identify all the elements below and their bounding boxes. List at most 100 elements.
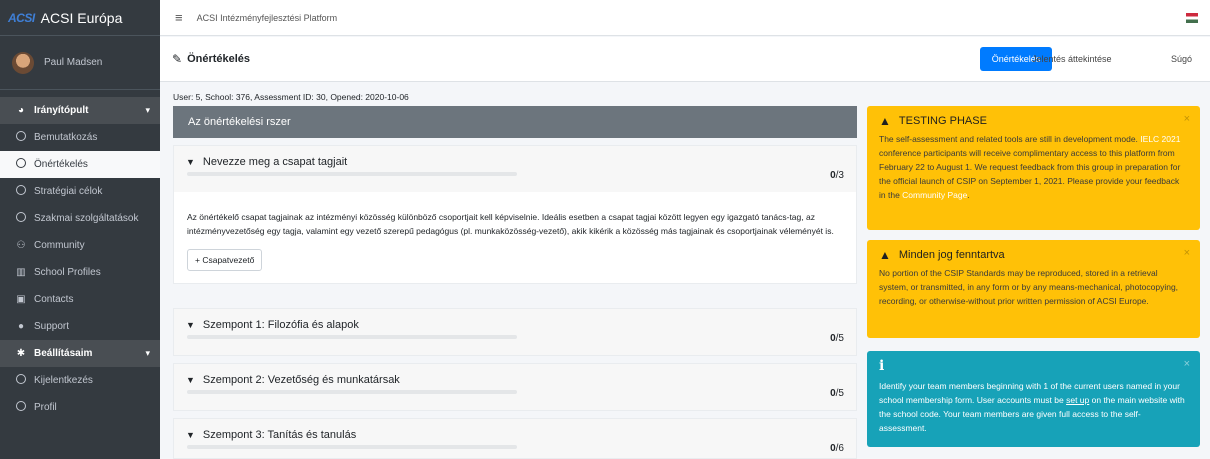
section-title: Nevezze meg a csapat tagjait xyxy=(202,156,348,168)
sidebar-item-profile[interactable]: Profil xyxy=(0,394,160,421)
warning-icon: ▲ xyxy=(879,114,891,128)
warning-icon: ▲ xyxy=(879,248,891,262)
sidebar-item-label: Irányítópult xyxy=(34,105,89,116)
section-title: Szempont 2: Vezetőség és munkatársak xyxy=(202,374,400,386)
sidebar-item-intro[interactable]: Bemutatkozás xyxy=(0,124,160,151)
sidebar-item-logout[interactable]: Kijelentkezés xyxy=(0,367,160,394)
set-up-link[interactable]: set up xyxy=(1066,395,1089,405)
sidebar-item-support[interactable]: ● Support xyxy=(0,313,160,340)
accordion-body: Az önértékelő csapat tagjainak az intézm… xyxy=(174,192,856,283)
accordion-criterion-3: ▼ Szempont 3: Tanítás és tanulás 0/6 xyxy=(173,418,857,459)
chevron-down-icon: ▾ xyxy=(145,105,150,115)
alert-body: The self-assessment and related tools ar… xyxy=(879,134,1181,200)
section-score: 0/3 xyxy=(830,170,844,181)
platform-name: ACSI Intézményfejlesztési Platform xyxy=(196,12,338,23)
brand[interactable]: ACSI ACSI Európa xyxy=(0,0,160,36)
sidebar-nav: ◕ Irányítópult ▾ Bemutatkozás Önértékelé… xyxy=(0,90,160,421)
user-name: Paul Madsen xyxy=(44,57,103,68)
highlight-text: IELC 2021 xyxy=(1140,134,1181,144)
accordion-header[interactable]: ▼ Szempont 1: Filozófia és alapok 0/5 xyxy=(174,309,856,355)
sidebar-item-label: Bemutatkozás xyxy=(34,132,98,143)
chevron-down-icon: ▼ xyxy=(186,157,195,167)
acsi-logo: ACSI xyxy=(8,10,35,25)
rights-reserved-alert: × ▲ Minden jog fenntartva No portion of … xyxy=(867,240,1200,338)
brand-name: ACSI Európa xyxy=(40,9,123,26)
sidebar-item-contacts[interactable]: ▣ Contacts xyxy=(0,286,160,313)
progress-bar xyxy=(187,172,517,176)
chevron-down-icon: ▾ xyxy=(145,348,150,358)
chevron-down-icon: ▼ xyxy=(186,375,195,385)
add-team-leader-button[interactable]: + Csapatvezető xyxy=(187,249,263,271)
hamburger-menu-icon[interactable]: ≡ xyxy=(175,10,183,25)
help-link[interactable]: Súgó xyxy=(1171,54,1192,64)
section-score: 0/5 xyxy=(830,333,844,344)
close-icon[interactable]: × xyxy=(1184,357,1190,371)
section-score: 0/5 xyxy=(830,388,844,399)
alert-body: No portion of the CSIP Standards may be … xyxy=(879,268,1179,306)
page-header: ✎ Önértékelés Önértékelés Jelentés áttek… xyxy=(160,37,1210,82)
circle-icon xyxy=(14,374,28,387)
section-score: 0/6 xyxy=(830,443,844,454)
sidebar-item-label: Support xyxy=(34,321,70,332)
sidebar-item-label: School Profiles xyxy=(34,267,101,278)
edit-icon: ✎ xyxy=(172,52,183,66)
close-icon[interactable]: × xyxy=(1184,246,1190,260)
alert-title: TESTING PHASE xyxy=(898,115,987,127)
alert-title: Minden jog fenntartva xyxy=(898,249,1005,261)
sidebar-item-services[interactable]: Szakmai szolgáltatások xyxy=(0,205,160,232)
testing-phase-alert: × ▲ TESTING PHASE The self-assessment an… xyxy=(867,106,1200,230)
users-icon: ⚇ xyxy=(16,240,26,251)
sidebar-item-school-profiles[interactable]: ▥ School Profiles xyxy=(0,259,160,286)
avatar xyxy=(12,51,34,74)
community-page-link[interactable]: Community Page xyxy=(902,190,967,200)
accordion-criterion-2: ▼ Szempont 2: Vezetőség és munkatársak 0… xyxy=(173,363,857,411)
sidebar-item-dashboard[interactable]: ◕ Irányítópult ▾ xyxy=(0,97,160,124)
accordion-header[interactable]: ▼ Nevezze meg a csapat tagjait 0/3 xyxy=(174,146,856,192)
top-navbar: ≡ ACSI Intézményfejlesztési Platform xyxy=(160,0,1210,36)
sidebar: ACSI ACSI Európa Paul Madsen ◕ Irányítóp… xyxy=(0,0,160,459)
chevron-down-icon: ▼ xyxy=(186,430,195,440)
info-circle-icon: ● xyxy=(17,321,25,332)
info-icon: i xyxy=(879,358,885,374)
circle-icon xyxy=(14,401,28,414)
sidebar-item-label: Stratégiai célok xyxy=(34,186,103,197)
progress-bar xyxy=(187,335,517,339)
page-title-text: Önértékelés xyxy=(187,53,251,65)
contact-card-icon: ▣ xyxy=(16,294,26,305)
sidebar-item-settings[interactable]: ✱ Beállításaim ▾ xyxy=(0,340,160,367)
card-header: Az önértékelési rszer xyxy=(173,106,857,138)
sidebar-item-label: Szakmai szolgáltatások xyxy=(34,213,139,224)
sidebar-item-label: Community xyxy=(34,240,85,251)
user-panel[interactable]: Paul Madsen xyxy=(0,36,160,90)
page-title: ✎ Önértékelés xyxy=(172,52,250,66)
circle-icon xyxy=(14,185,28,198)
sidebar-item-label: Contacts xyxy=(34,294,74,305)
report-overview-link[interactable]: Jelentés áttekintése xyxy=(1032,54,1112,64)
sidebar-item-community[interactable]: ⚇ Community xyxy=(0,232,160,259)
accordion-header[interactable]: ▼ Szempont 2: Vezetőség és munkatársak 0… xyxy=(174,364,856,410)
circle-icon xyxy=(14,212,28,225)
sidebar-item-self-assessment[interactable]: Önértékelés xyxy=(0,151,160,178)
circle-icon xyxy=(14,131,28,144)
accordion-criterion-1: ▼ Szempont 1: Filozófia és alapok 0/5 xyxy=(173,308,857,356)
alert-body: Identify your team members beginning wit… xyxy=(879,381,1185,433)
gear-icon: ✱ xyxy=(16,348,26,359)
sidebar-item-label: Beállításaim xyxy=(34,348,93,359)
progress-bar xyxy=(187,445,517,449)
progress-bar xyxy=(187,390,517,394)
chevron-down-icon: ▼ xyxy=(186,320,195,330)
accordion-team-members: ▼ Nevezze meg a csapat tagjait 0/3 Az ön… xyxy=(173,145,857,284)
assessment-meta: User: 5, School: 376, Assessment ID: 30,… xyxy=(173,92,409,102)
sidebar-item-label: Kijelentkezés xyxy=(34,375,93,386)
section-title: Szempont 1: Filozófia és alapok xyxy=(202,319,359,331)
school-icon: ▥ xyxy=(16,267,26,278)
close-icon[interactable]: × xyxy=(1184,112,1190,126)
hungarian-flag-icon[interactable] xyxy=(1186,13,1198,23)
team-description: Az önértékelő csapat tagjainak az intézm… xyxy=(187,212,834,236)
sidebar-item-label: Profil xyxy=(34,402,57,413)
sidebar-item-strategic-goals[interactable]: Stratégiai célok xyxy=(0,178,160,205)
section-title: Szempont 3: Tanítás és tanulás xyxy=(202,429,357,441)
dashboard-icon: ◕ xyxy=(17,105,25,116)
sidebar-item-label: Önértékelés xyxy=(34,159,88,170)
accordion-header[interactable]: ▼ Szempont 3: Tanítás és tanulás 0/6 xyxy=(174,419,856,458)
